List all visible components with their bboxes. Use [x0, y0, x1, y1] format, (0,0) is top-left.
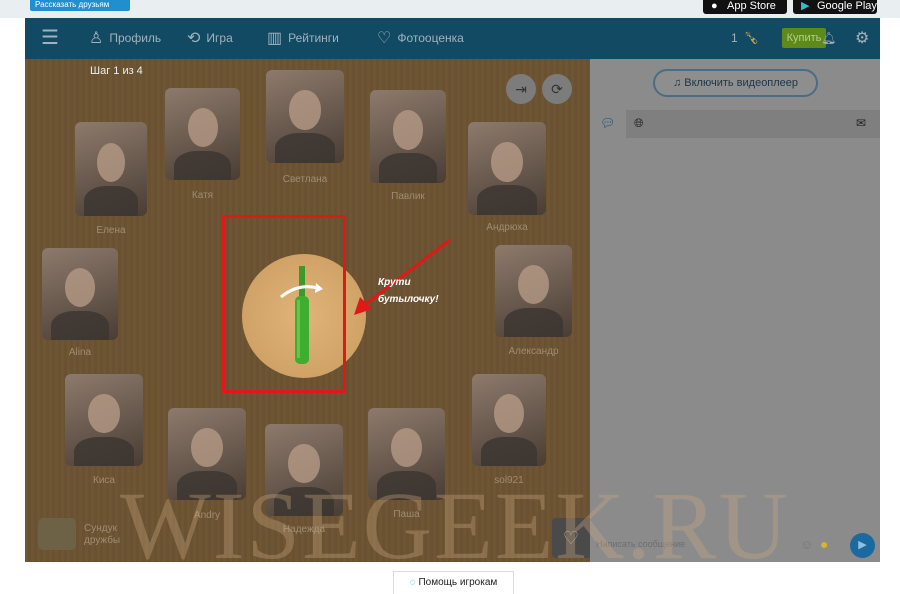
nav-label: Игра — [206, 31, 233, 45]
watermark: WISEGEEK.RU — [120, 472, 790, 579]
bottle-count: 1 — [731, 31, 738, 45]
mail-icon[interactable]: ✉ — [856, 116, 866, 130]
video-label: Включить видеоплеер — [684, 77, 799, 89]
player-name[interactable]: Павлик — [363, 191, 453, 202]
player-photo[interactable] — [266, 70, 344, 163]
player-photo[interactable] — [468, 122, 546, 215]
smile-icon[interactable]: ☺ — [800, 537, 813, 552]
apple-icon: ● — [711, 0, 718, 12]
player-name[interactable]: Елена — [66, 225, 156, 236]
player-photo[interactable] — [495, 245, 572, 337]
chat-tabs: 💬︎ 🌐︎ ✉ — [590, 110, 880, 138]
player-photo[interactable] — [65, 374, 143, 466]
ratings-icon: ▥ — [267, 30, 283, 47]
player-photo[interactable] — [370, 90, 446, 183]
nav-label: Рейтинги — [288, 31, 339, 45]
player-name[interactable]: Александр — [489, 346, 579, 357]
video-player-button[interactable]: ♫ Включить видеоплеер — [653, 69, 818, 97]
hint-line: бутылочку! — [378, 294, 439, 305]
nav-ratings[interactable]: ▥ Рейтинги — [267, 18, 339, 59]
share-button[interactable]: Рассказать друзьям — [30, 0, 130, 11]
exit-icon[interactable]: ⇥ — [506, 74, 536, 104]
chat-bubble-icon[interactable]: 💬︎ — [600, 116, 615, 130]
player-photo[interactable] — [75, 122, 147, 216]
game-icon: ⟲ — [187, 30, 201, 47]
step-indicator: Шаг 1 из 4 — [90, 65, 143, 77]
photo-rating-icon: ♡ — [377, 30, 392, 47]
player-photo[interactable] — [42, 248, 118, 340]
bell-icon[interactable]: 🔔︎ — [821, 18, 836, 59]
nav-label: Фотооценка — [397, 31, 464, 45]
player-name[interactable]: Андрюха — [462, 222, 552, 233]
spin-hint: Крути бутылочку! — [378, 274, 439, 308]
buy-button[interactable]: Купить — [782, 28, 826, 48]
menu-icon[interactable]: ☰ — [41, 18, 59, 59]
nav-profile[interactable]: ♙ Профиль — [89, 18, 161, 59]
hint-line: Крути — [378, 277, 411, 288]
profile-icon: ♙ — [89, 30, 104, 47]
gear-icon[interactable]: ⚙ — [855, 18, 869, 59]
play-icon: ▶ — [801, 0, 810, 12]
google-play-button[interactable]: ▶ Google Play — [793, 0, 877, 14]
app-store-label: App Store — [727, 0, 776, 12]
player-photo[interactable] — [472, 374, 546, 466]
nav-photo-rating[interactable]: ♡ Фотооценка — [377, 18, 464, 59]
send-button[interactable]: ▶ — [850, 533, 875, 558]
player-photo[interactable] — [165, 88, 240, 180]
sticker-icon[interactable]: ● — [820, 536, 828, 552]
nav-game[interactable]: ⟲ Игра — [187, 18, 233, 59]
player-name[interactable]: Светлана — [260, 174, 350, 185]
globe-icon[interactable]: 🌐︎ — [634, 116, 644, 131]
music-icon: ♫ — [672, 77, 685, 89]
chest-icon[interactable] — [38, 518, 76, 550]
help-label: Помощь игрокам — [418, 577, 498, 588]
nav-label: Профиль — [109, 31, 162, 45]
app-store-button[interactable]: ● App Store — [703, 0, 787, 14]
nav-bar: ☰ ♙ Профиль ⟲ Игра ▥ Рейтинги ♡ Фотооценка 1… — [25, 18, 880, 59]
refresh-icon[interactable]: ⟳ — [542, 74, 572, 104]
highlight-box — [222, 215, 346, 393]
help-button[interactable]: ◌ Помощь игрокам — [393, 571, 514, 594]
chat-tab-bar — [626, 110, 880, 138]
bottle-icon: 🍾︎ — [743, 31, 759, 45]
player-name[interactable]: Alina — [35, 347, 125, 358]
google-play-label: Google Play — [817, 0, 877, 12]
bottle-counter: 1 🍾︎ — [731, 18, 759, 59]
player-name[interactable]: Катя — [158, 190, 248, 201]
